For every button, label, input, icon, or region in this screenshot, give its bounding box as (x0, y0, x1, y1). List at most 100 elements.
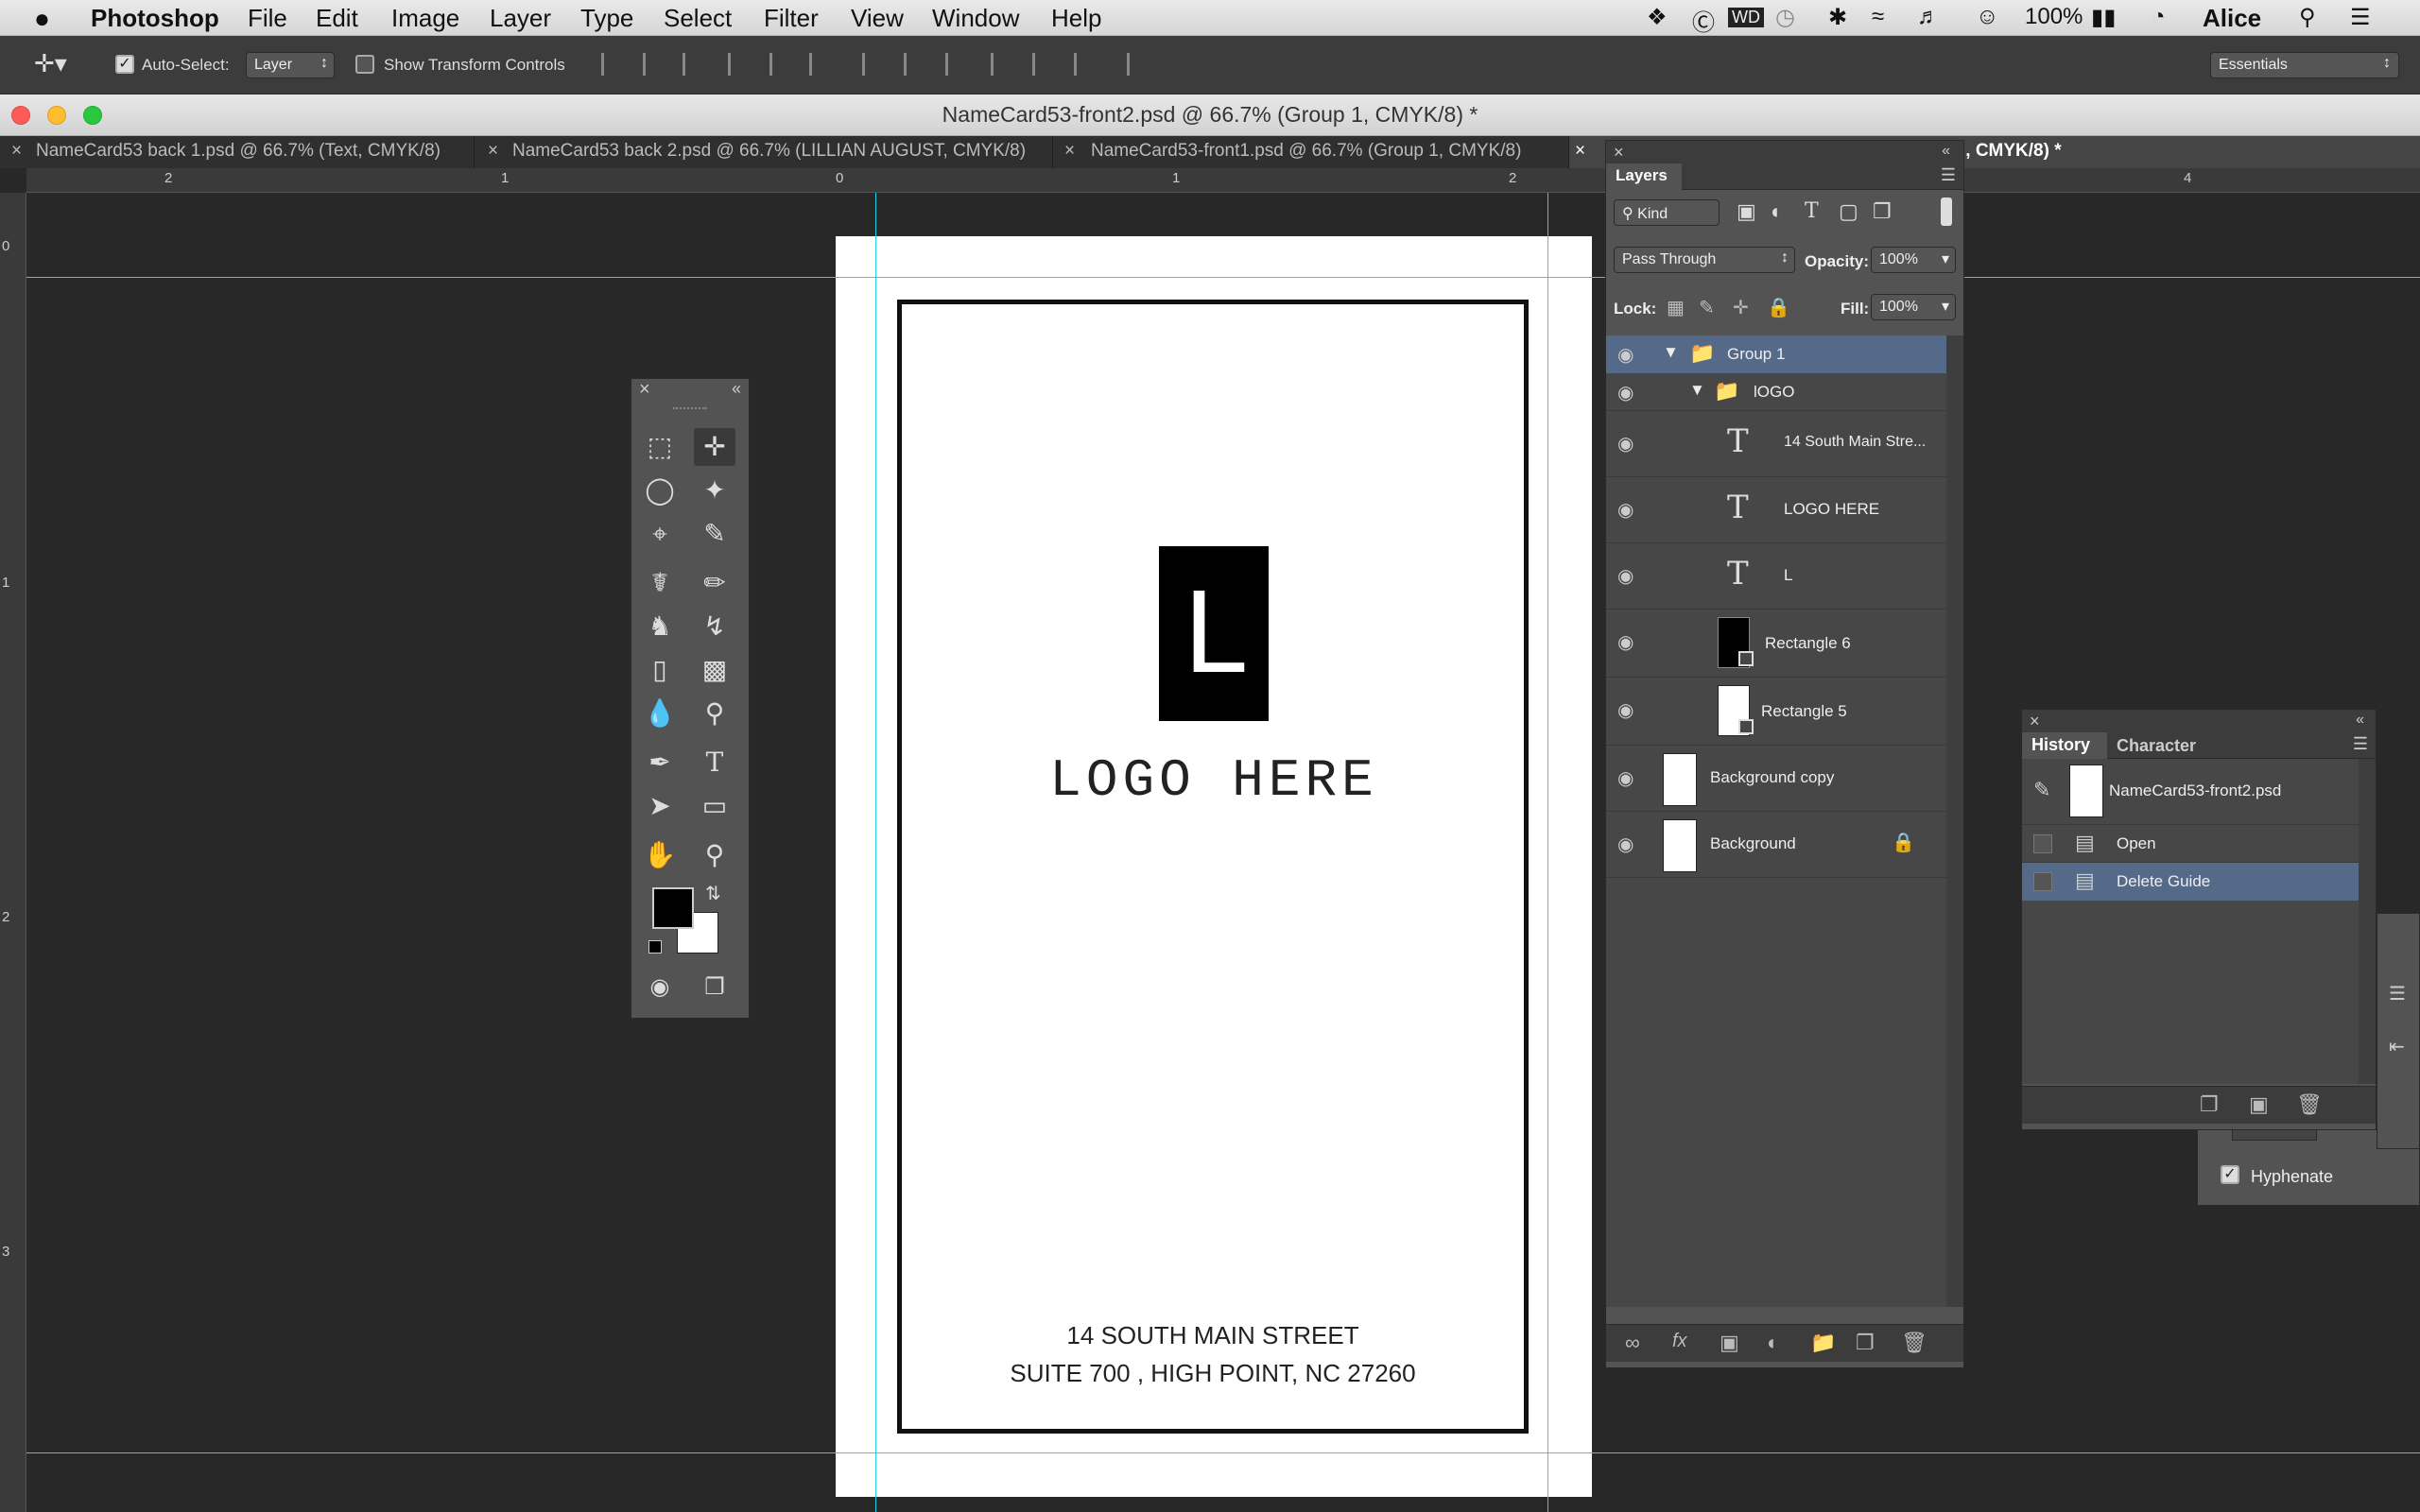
layer-row-l-text[interactable]: ◉ T L (1606, 543, 1946, 610)
spotlight-icon[interactable]: ⚲ (2299, 4, 2316, 31)
filter-type-icon[interactable]: T (1805, 199, 1819, 223)
auto-align-icon[interactable] (1127, 53, 1153, 76)
add-mask-icon[interactable]: ▣ (1720, 1331, 1739, 1355)
gradient-tool-icon[interactable]: ▩ (694, 651, 735, 689)
zoom-tool-icon[interactable]: ⚲ (694, 836, 735, 874)
layer-row-background[interactable]: ◉ Background 🔒 (1606, 812, 1946, 878)
layer-row-logo-here-text[interactable]: ◉ T LOGO HERE (1606, 477, 1946, 543)
disclosure-triangle-icon[interactable]: ▼ (1689, 381, 1705, 400)
menu-file[interactable]: File (248, 4, 287, 33)
move-tool-icon[interactable]: ✛ (694, 428, 735, 466)
show-transform-checkbox[interactable] (355, 55, 374, 74)
hand-tool-icon[interactable]: ✋ (639, 836, 681, 874)
new-group-icon[interactable]: 📁 (1810, 1331, 1836, 1355)
notification-center-icon[interactable]: ☰ (2350, 4, 2371, 31)
menu-filter[interactable]: Filter (764, 4, 819, 33)
delete-layer-icon[interactable]: 🗑 (1901, 1331, 1927, 1355)
history-brush-tool-icon[interactable]: ↯ (694, 608, 735, 645)
align-vcenter-icon[interactable] (643, 53, 664, 76)
distribute-vcenter-icon[interactable] (904, 53, 925, 76)
layer-row-logo-group[interactable]: ◉ ▼ 📁 lOGO (1606, 373, 1946, 411)
rectangle-tool-icon[interactable]: ▭ (694, 787, 735, 825)
menu-view[interactable]: View (851, 4, 904, 33)
clone-stamp-tool-icon[interactable]: ♞ (639, 608, 681, 645)
eye-icon[interactable]: ◉ (1617, 833, 1634, 856)
ruler-horizontal[interactable]: 2 1 0 1 2 4 (26, 168, 2420, 193)
character-tab[interactable]: Character (2117, 736, 2196, 756)
align-left-icon[interactable] (728, 53, 749, 76)
align-top-icon[interactable] (601, 53, 622, 76)
close-icon[interactable]: × (1064, 141, 1075, 162)
collapse-icon[interactable]: « (732, 379, 741, 399)
delete-state-icon[interactable]: 🗑 (2296, 1092, 2323, 1117)
distribute-left-icon[interactable] (991, 53, 1011, 76)
eraser-tool-icon[interactable]: ▯ (639, 651, 681, 689)
history-snapshot[interactable]: ✎ NameCard53-front2.psd (2022, 759, 2359, 825)
distribute-top-icon[interactable] (862, 53, 883, 76)
workspace-dropdown[interactable]: Essentials ↕ (2210, 52, 2399, 78)
filter-smart-object-icon[interactable]: ❐ (1873, 199, 1892, 224)
collapse-icon[interactable]: « (1942, 143, 1950, 160)
history-state-delete-guide[interactable]: ▤ Delete Guide (2022, 863, 2359, 901)
guide-horizontal[interactable] (26, 277, 2420, 278)
distribute-hcenter-icon[interactable] (1032, 53, 1053, 76)
collapse-icon[interactable]: « (2356, 712, 2364, 729)
magic-wand-tool-icon[interactable]: ✦ (694, 472, 735, 509)
skype-icon[interactable]: Ⓒ (1692, 4, 1715, 37)
auto-select-checkbox[interactable]: ✓ (115, 55, 134, 74)
distribute-bottom-icon[interactable] (945, 53, 966, 76)
layer-row-rectangle-6[interactable]: ◉ Rectangle 6 (1606, 610, 1946, 678)
filter-adjustment-icon[interactable]: ◐ (1771, 199, 1783, 224)
eye-icon[interactable]: ◉ (1617, 630, 1634, 654)
chevron-down-icon[interactable]: ▾ (1942, 249, 1949, 268)
align-hcenter-icon[interactable] (769, 53, 790, 76)
close-icon[interactable]: × (1614, 143, 1624, 163)
layer-row-background-copy[interactable]: ◉ Background copy (1606, 746, 1946, 812)
battery-icon[interactable]: ▮▮ (2091, 4, 2116, 31)
lock-all-icon[interactable]: 🔒 (1767, 296, 1790, 319)
tab-back1[interactable]: × NameCard53 back 1.psd @ 66.7% (Text, C… (0, 136, 475, 168)
layers-tab[interactable]: Layers (1606, 163, 1682, 190)
guide-vertical[interactable] (875, 193, 876, 1512)
layer-row-group-1[interactable]: ◉ ▼ 📁 Group 1 (1606, 335, 1946, 373)
brush-tool-icon[interactable]: ✏ (694, 564, 735, 602)
filter-shape-icon[interactable]: ▢ (1839, 199, 1858, 224)
close-icon[interactable]: × (488, 141, 498, 162)
align-right-icon[interactable] (809, 53, 830, 76)
new-document-from-state-icon[interactable]: ❐ (2200, 1092, 2219, 1117)
ruler-vertical[interactable]: 0 1 2 3 (0, 193, 26, 1512)
user-sync-icon[interactable]: ☺ (1976, 4, 1999, 30)
panel-grip[interactable] (673, 407, 707, 411)
fill-field[interactable]: 100% ▾ (1871, 294, 1956, 320)
distribute-right-icon[interactable] (1074, 53, 1095, 76)
marquee-tool-icon[interactable]: ⬚ (639, 428, 681, 466)
guide-vertical[interactable] (1547, 193, 1548, 1512)
menu-layer[interactable]: Layer (490, 4, 551, 33)
crop-tool-icon[interactable]: ⌖ (639, 515, 681, 553)
lock-image-icon[interactable]: ✎ (1699, 296, 1715, 319)
menu-image[interactable]: Image (391, 4, 459, 33)
move-tool-preset-icon[interactable]: ✛▾ (34, 49, 67, 78)
app-menu[interactable]: Photoshop (91, 4, 219, 33)
chevron-down-icon[interactable]: ▾ (1942, 297, 1949, 316)
layer-style-icon[interactable]: fx (1672, 1331, 1687, 1352)
time-machine-icon[interactable]: ◷ (1775, 4, 1795, 31)
disclosure-triangle-icon[interactable]: ▼ (1663, 343, 1679, 362)
camera-icon[interactable]: ▣ (2249, 1092, 2269, 1117)
paragraph-icon[interactable]: ☰ (2389, 982, 2406, 1005)
layer-filter-dropdown[interactable]: ⚲ Kind (1614, 199, 1720, 226)
close-icon[interactable]: × (639, 379, 650, 401)
new-layer-icon[interactable]: ❐ (1856, 1331, 1875, 1355)
eye-icon[interactable]: ◉ (1617, 432, 1634, 455)
adjustment-layer-icon[interactable]: ◐ (1767, 1331, 1779, 1355)
swap-colors-icon[interactable]: ⇅ (705, 882, 721, 905)
filter-pixel-icon[interactable]: ▣ (1737, 199, 1756, 224)
eye-icon[interactable]: ◉ (1617, 343, 1634, 367)
wifi-icon[interactable]: ≈ (1872, 4, 1884, 30)
layer-row-rectangle-5[interactable]: ◉ Rectangle 5 (1606, 678, 1946, 746)
history-source-checkbox[interactable] (2033, 834, 2052, 853)
panel-menu-icon[interactable]: ☰ (2353, 734, 2368, 754)
menu-edit[interactable]: Edit (316, 4, 358, 33)
path-selection-tool-icon[interactable]: ➤ (639, 787, 681, 825)
lock-position-icon[interactable]: ✛ (1733, 296, 1749, 319)
